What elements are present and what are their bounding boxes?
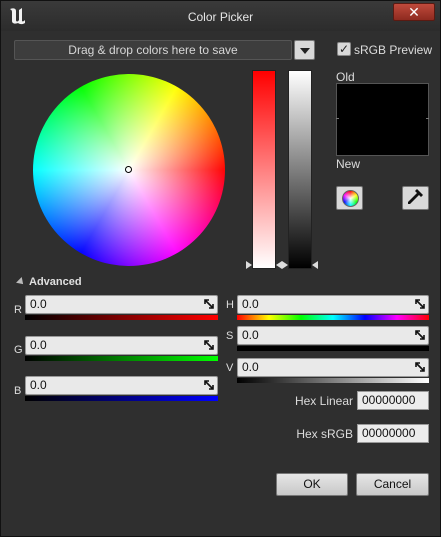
resize-arrow-icon xyxy=(204,299,214,309)
old-color-label: Old xyxy=(336,70,355,84)
resize-arrow-icon xyxy=(204,380,214,390)
saturation-gradient-bar xyxy=(237,346,429,351)
red-gradient-bar xyxy=(25,315,218,320)
value-spinbox[interactable]: 0.0 xyxy=(237,358,429,377)
channel-label-h: H xyxy=(226,299,234,311)
advanced-label: Advanced xyxy=(29,276,82,288)
close-button[interactable]: ✕ xyxy=(393,3,435,21)
resize-arrow-icon xyxy=(415,299,425,309)
color-picker-window: Color Picker ✕ Drag & drop colors here t… xyxy=(0,0,441,537)
resize-arrow-icon xyxy=(204,340,214,350)
hex-srgb-input[interactable]: 00000000 xyxy=(357,424,429,443)
saturation-slider-bar[interactable] xyxy=(252,70,276,269)
color-wheel-mode-button[interactable] xyxy=(336,186,363,210)
title-bar[interactable]: Color Picker ✕ xyxy=(1,1,440,31)
color-wheel-icon xyxy=(342,190,359,207)
saturation-value: 0.0 xyxy=(242,328,259,342)
eyedropper-icon xyxy=(408,189,423,204)
hex-linear-input[interactable]: 00000000 xyxy=(357,391,429,410)
advanced-toggle[interactable]: Advanced xyxy=(16,276,82,288)
channel-label-b: B xyxy=(14,385,22,397)
resize-arrow-icon xyxy=(415,330,425,340)
slider-handle-left-icon[interactable] xyxy=(282,261,288,269)
color-drop-zone[interactable]: Drag & drop colors here to save xyxy=(14,40,292,60)
channel-label-v: V xyxy=(226,362,234,374)
slider-handle-left-icon[interactable] xyxy=(246,261,252,269)
chevron-down-icon[interactable] xyxy=(294,40,315,60)
channel-label-s: S xyxy=(226,330,234,342)
resize-arrow-icon xyxy=(415,362,425,372)
color-wheel-cursor[interactable] xyxy=(125,166,132,173)
value-slider-bar[interactable] xyxy=(288,70,312,269)
red-spinbox[interactable]: 0.0 xyxy=(25,295,218,314)
channel-label-g: G xyxy=(14,344,23,356)
hue-value: 0.0 xyxy=(242,297,259,311)
hex-linear-label: Hex Linear xyxy=(294,394,353,408)
slider-handle-right-icon[interactable] xyxy=(312,261,318,269)
swatch-divider-left xyxy=(336,118,339,119)
srgb-preview-label: sRGB Preview xyxy=(354,43,433,57)
green-value: 0.0 xyxy=(30,338,47,352)
new-color-label: New xyxy=(336,157,361,171)
expand-arrow-icon xyxy=(16,277,26,288)
cancel-button[interactable]: Cancel xyxy=(356,473,429,496)
swatch-divider-right xyxy=(426,118,429,119)
srgb-preview-checkbox[interactable]: ✓ xyxy=(337,42,351,56)
hex-srgb-label: Hex sRGB xyxy=(296,427,353,441)
saturation-spinbox[interactable]: 0.0 xyxy=(237,326,429,345)
green-gradient-bar xyxy=(25,356,218,361)
hue-spinbox[interactable]: 0.0 xyxy=(237,295,429,314)
window-title: Color Picker xyxy=(187,10,254,24)
blue-gradient-bar xyxy=(25,396,218,401)
value-gradient-bar xyxy=(237,378,429,383)
blue-value: 0.0 xyxy=(30,378,47,392)
value-value: 0.0 xyxy=(242,360,259,374)
color-preview-swatch xyxy=(336,83,429,156)
channel-label-r: R xyxy=(14,304,22,316)
close-icon: ✕ xyxy=(408,4,420,20)
green-spinbox[interactable]: 0.0 xyxy=(25,336,218,355)
hue-gradient-bar xyxy=(237,315,429,320)
red-value: 0.0 xyxy=(30,297,47,311)
blue-spinbox[interactable]: 0.0 xyxy=(25,376,218,395)
ok-button[interactable]: OK xyxy=(276,473,348,496)
eyedropper-button[interactable] xyxy=(402,186,429,210)
